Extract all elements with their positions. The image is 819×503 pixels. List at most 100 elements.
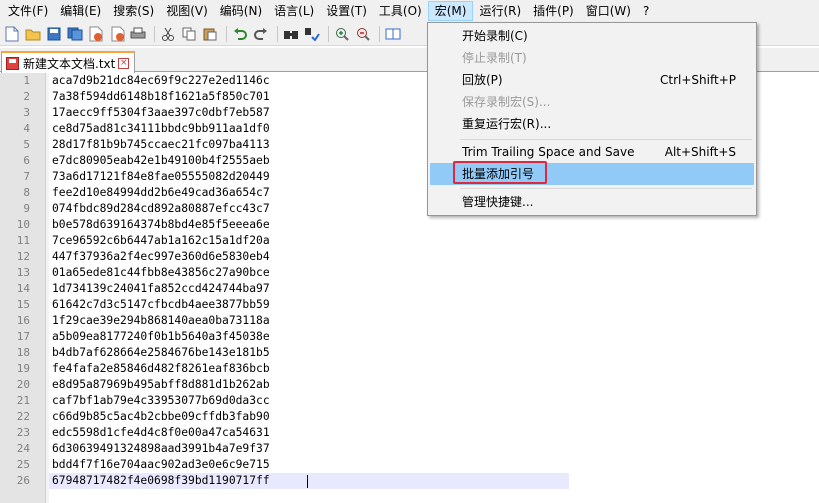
replace-icon[interactable] [303, 25, 321, 43]
text-line[interactable]: 73a6d17121f84e8fae05555082d20449 [52, 169, 270, 185]
text-line[interactable]: fe4fafa2e85846d482f8261eaf836bcb [52, 361, 270, 377]
line-number: 20 [16, 378, 30, 391]
zoom-in-icon[interactable] [333, 25, 351, 43]
save-all-icon[interactable] [66, 25, 84, 43]
text-line[interactable]: 7ce96592c6b6447ab1a162c15a1df20a [52, 233, 270, 249]
text-line[interactable]: c66d9b85c5ac4b2cbbe09cffdb3fab90 [52, 409, 270, 425]
annotation-highlight-box [453, 161, 547, 184]
open-file-icon[interactable] [24, 25, 42, 43]
line-number: 3 [23, 106, 30, 119]
line-number: 14 [16, 282, 30, 295]
print-icon[interactable] [129, 25, 147, 43]
line-number: 1 [23, 74, 30, 87]
menu-file[interactable]: 文件(F) [2, 1, 54, 21]
menu-item-label: 开始录制(C) [462, 29, 528, 43]
text-line[interactable]: 28d17f81b9b745ccaec21fc097ba4113 [52, 137, 270, 153]
macro-manage-shortcuts[interactable]: 管理快捷键... [430, 191, 754, 213]
text-line[interactable]: ce8d75ad81c34111bbdc9bb911aa1df0 [52, 121, 270, 137]
text-line[interactable]: e8d95a87969b495abff8d881d1b262ab [52, 377, 270, 393]
text-line[interactable]: 447f37936a2f4ec997e360d6e5830eb4 [52, 249, 270, 265]
text-line[interactable]: e7dc80905eab42e1b49100b4f2555aeb [52, 153, 270, 169]
macro-run-multiple[interactable]: 重复运行宏(R)... [430, 113, 754, 135]
text-line[interactable]: 6d30639491324898aad3991b4a7e9f37 [52, 441, 270, 457]
line-number: 6 [23, 154, 30, 167]
line-number: 25 [16, 458, 30, 471]
text-line[interactable]: 67948717482f4e0698f39bd1190717ff [52, 473, 270, 489]
macro-trim-trailing-save[interactable]: Trim Trailing Space and Save Alt+Shift+S [430, 141, 754, 163]
toolbar-separator [277, 25, 278, 42]
menu-run[interactable]: 运行(R) [473, 1, 527, 21]
menu-bar: 文件(F) 编辑(E) 搜索(S) 视图(V) 编码(N) 语言(L) 设置(T… [0, 0, 819, 22]
undo-icon[interactable] [231, 25, 249, 43]
menu-item-label: 停止录制(T) [462, 51, 527, 65]
menu-encoding[interactable]: 编码(N) [214, 1, 268, 21]
menu-item-shortcut: Alt+Shift+S [664, 145, 736, 159]
menu-edit[interactable]: 编辑(E) [54, 1, 107, 21]
text-line[interactable]: a5b09ea8177240f0b1b5640a3f45038e [52, 329, 270, 345]
menu-language[interactable]: 语言(L) [268, 1, 320, 21]
text-line[interactable]: bdd4f7f16e704aac902ad3e0e6c9e715 [52, 457, 270, 473]
text-line[interactable]: fee2d10e84994dd2b6e49cad36a654c7 [52, 185, 270, 201]
macro-start-recording[interactable]: 开始录制(C) [430, 25, 754, 47]
line-number: 11 [16, 234, 30, 247]
line-number: 10 [16, 218, 30, 231]
line-number: 24 [16, 442, 30, 455]
line-number: 9 [23, 202, 30, 215]
menu-search[interactable]: 搜索(S) [107, 1, 160, 21]
toolbar-separator [328, 25, 329, 42]
find-icon[interactable] [282, 25, 300, 43]
text-line[interactable]: 1f29cae39e294b868140aea0ba73118a [52, 313, 270, 329]
text-line[interactable]: b0e578d639164374b8bd4e85f5eeea6e [52, 217, 270, 233]
text-line[interactable]: caf7bf1ab79e4c33953077b69d0da3cc [52, 393, 270, 409]
line-number: 26 [16, 474, 30, 487]
sync-icon[interactable] [384, 25, 402, 43]
macro-playback[interactable]: 回放(P) Ctrl+Shift+P [430, 69, 754, 91]
menu-item-label: 回放(P) [462, 73, 503, 87]
menu-window[interactable]: 窗口(W) [580, 1, 637, 21]
menu-help[interactable]: ? [637, 1, 655, 21]
copy-icon[interactable] [180, 25, 198, 43]
tab-document[interactable]: 新建文本文档.txt × [1, 51, 135, 73]
menu-plugins[interactable]: 插件(P) [527, 1, 580, 21]
paste-icon[interactable] [201, 25, 219, 43]
redo-icon[interactable] [252, 25, 270, 43]
line-number: 15 [16, 298, 30, 311]
line-number: 5 [23, 138, 30, 151]
text-line[interactable]: 01a65ede81c44fbb8e43856c27a90bce [52, 265, 270, 281]
menu-item-shortcut: Ctrl+Shift+P [660, 73, 736, 87]
line-number: 21 [16, 394, 30, 407]
menu-view[interactable]: 视图(V) [160, 1, 214, 21]
toolbar-separator [154, 25, 155, 42]
menu-separator [460, 188, 752, 189]
text-caret [307, 475, 308, 488]
text-line[interactable]: 17aecc9ff5304f3aae397c0dbf7eb587 [52, 105, 270, 121]
cut-icon[interactable] [159, 25, 177, 43]
text-line[interactable]: 074fbdc89d284cd892a80887efcc43c7 [52, 201, 270, 217]
save-icon[interactable] [45, 25, 63, 43]
text-line[interactable]: 61642c7d3c5147cfbcdb4aee3877bb59 [52, 297, 270, 313]
close-all-icon[interactable] [108, 25, 126, 43]
text-line[interactable]: 1d734139c24041fa852ccd424744ba97 [52, 281, 270, 297]
text-line[interactable]: aca7d9b21dc84ec69f9c227e2ed1146c [52, 73, 270, 89]
line-number: 18 [16, 346, 30, 359]
menu-separator [460, 139, 752, 140]
line-number: 2 [23, 90, 30, 103]
text-line[interactable]: b4db7af628664e2584676be143e181b5 [52, 345, 270, 361]
menu-settings[interactable]: 设置(T) [320, 1, 373, 21]
line-number: 23 [16, 426, 30, 439]
macro-save-recorded: 保存录制宏(S)... [430, 91, 754, 113]
zoom-out-icon[interactable] [354, 25, 372, 43]
tab-close-icon[interactable]: × [118, 57, 130, 69]
text-line[interactable]: 7a38f594dd6148b18f1621a5f850c701 [52, 89, 270, 105]
macro-menu-dropdown: 开始录制(C) 停止录制(T) 回放(P) Ctrl+Shift+P 保存录制宏(… [427, 22, 757, 216]
menu-tools[interactable]: 工具(O) [373, 1, 428, 21]
tab-label: 新建文本文档.txt [23, 56, 116, 71]
close-icon[interactable] [87, 25, 105, 43]
text-line[interactable]: edc5598d1cfe4d4c8f0e00a47ca54631 [52, 425, 270, 441]
menu-macro[interactable]: 宏(M) [427, 1, 474, 21]
line-number: 8 [23, 186, 30, 199]
line-number: 4 [23, 122, 30, 135]
toolbar-separator [379, 25, 380, 42]
new-file-icon[interactable] [3, 25, 21, 43]
line-number: 16 [16, 314, 30, 327]
